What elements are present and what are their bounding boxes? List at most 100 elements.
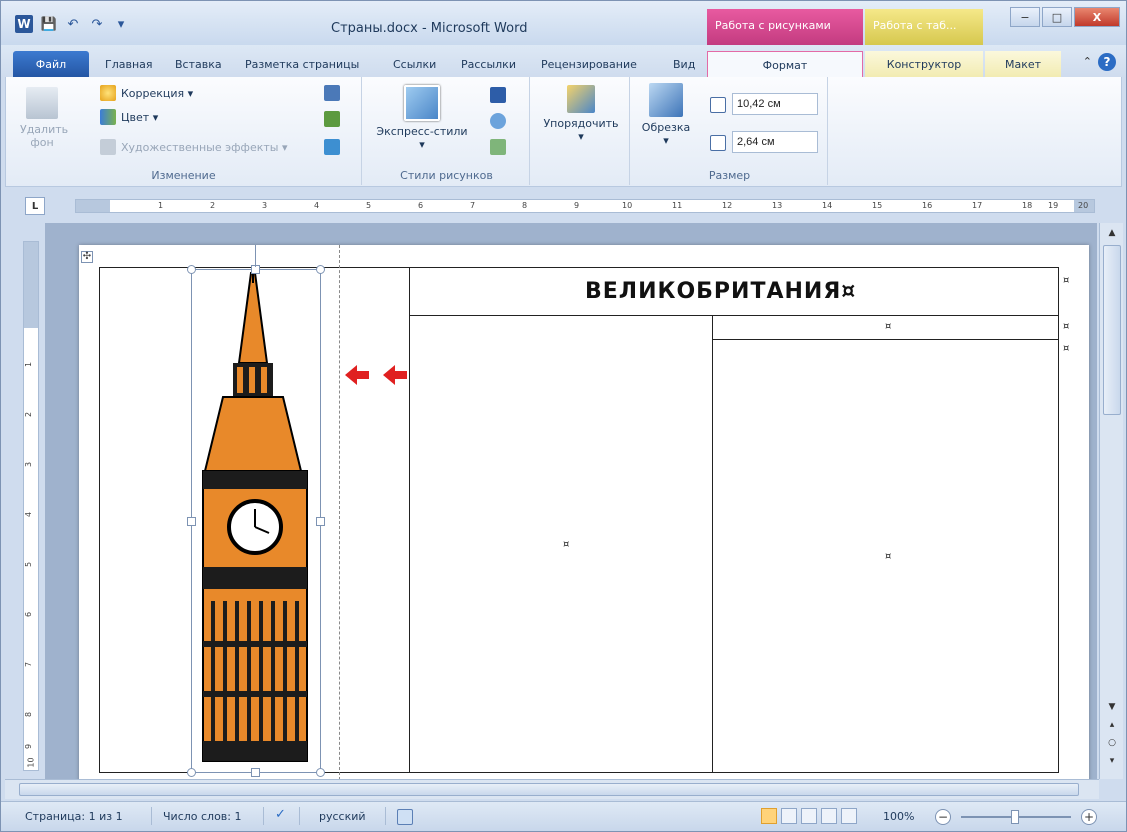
tab-format[interactable]: Формат bbox=[707, 51, 863, 77]
zoom-slider-knob[interactable] bbox=[1011, 810, 1019, 824]
macro-recording-icon[interactable] bbox=[397, 809, 413, 825]
tab-selector-button[interactable]: L bbox=[25, 197, 45, 215]
shape-height-input[interactable] bbox=[732, 93, 818, 115]
vruler-tick: 7 bbox=[24, 661, 34, 668]
picture-layout-icon[interactable] bbox=[490, 139, 506, 155]
resize-handle-ne[interactable] bbox=[316, 265, 325, 274]
word-count[interactable]: Число слов: 1 bbox=[163, 810, 242, 823]
country-heading[interactable]: ВЕЛИКОБРИТАНИЯ¤ bbox=[585, 279, 856, 304]
table-row-border bbox=[409, 315, 1059, 316]
compress-pictures-icon[interactable] bbox=[324, 85, 340, 101]
prev-page-icon[interactable]: ▴ bbox=[1103, 717, 1121, 733]
zoom-level[interactable]: 100% bbox=[883, 810, 914, 823]
crop-button[interactable]: Обрезка ▾ bbox=[636, 83, 696, 147]
context-picture-tools: Работа с рисунками bbox=[707, 9, 863, 45]
correction-button[interactable]: Коррекция ▾ bbox=[100, 85, 193, 101]
maximize-button[interactable]: □ bbox=[1042, 7, 1072, 27]
vruler-tick: 1 bbox=[24, 361, 34, 368]
horizontal-scroll-thumb[interactable] bbox=[19, 783, 1079, 796]
ruler-tick: 8 bbox=[522, 201, 528, 210]
outline-view-icon[interactable] bbox=[821, 808, 837, 824]
tab-insert[interactable]: Вставка bbox=[175, 51, 222, 77]
ruler-tick: 18 bbox=[1022, 201, 1033, 210]
web-layout-icon[interactable] bbox=[801, 808, 817, 824]
vruler-tick: 6 bbox=[24, 611, 34, 618]
customize-qat-icon[interactable]: ▾ bbox=[113, 16, 129, 32]
picture-border-icon[interactable] bbox=[490, 87, 506, 103]
undo-icon[interactable]: ↶ bbox=[65, 16, 81, 32]
document-page[interactable]: ✣ ВЕЛИКОБРИТАНИЯ¤ ¤ ¤ ¤ ¤ ¤ ¤ bbox=[79, 245, 1089, 785]
group-size-label: Размер bbox=[708, 169, 751, 182]
resize-handle-nw[interactable] bbox=[187, 265, 196, 274]
remove-background-button[interactable]: Удалить фон bbox=[20, 87, 68, 149]
row-end-mark: ¤ bbox=[1063, 275, 1070, 286]
proofing-icon[interactable]: ✓ bbox=[275, 807, 286, 822]
ruler-tick: 2 bbox=[210, 201, 216, 210]
ruler-tick: 12 bbox=[722, 201, 733, 210]
tab-home[interactable]: Главная bbox=[105, 51, 153, 77]
status-bar: Страница: 1 из 1 Число слов: 1 ✓ русский… bbox=[1, 801, 1126, 831]
change-picture-icon[interactable] bbox=[324, 111, 340, 127]
shape-width-input[interactable] bbox=[732, 131, 818, 153]
redo-icon[interactable]: ↷ bbox=[89, 16, 105, 32]
vruler-tick: 10 bbox=[26, 757, 36, 768]
horizontal-ruler[interactable]: 1 2 3 4 5 6 7 8 9 10 11 12 13 14 15 16 1… bbox=[75, 199, 1095, 213]
ruler-tick: 7 bbox=[470, 201, 476, 210]
print-layout-view-icon[interactable] bbox=[761, 808, 777, 824]
vruler-tick: 4 bbox=[24, 511, 34, 518]
collapse-ribbon-icon[interactable]: ⌃ bbox=[1083, 55, 1092, 68]
next-page-icon[interactable]: ▾ bbox=[1103, 753, 1121, 769]
browse-object-icon[interactable]: ○ bbox=[1103, 735, 1121, 751]
arrange-button[interactable]: Упорядочить ▾ bbox=[536, 85, 626, 143]
tab-page-layout[interactable]: Разметка страницы bbox=[245, 51, 359, 77]
page-indicator[interactable]: Страница: 1 из 1 bbox=[25, 810, 123, 823]
tab-file[interactable]: Файл bbox=[13, 51, 89, 77]
quick-styles-button[interactable]: Экспресс-стили ▾ bbox=[370, 85, 474, 151]
ruler-tick: 11 bbox=[672, 201, 683, 210]
tab-references[interactable]: Ссылки bbox=[393, 51, 436, 77]
vertical-ruler[interactable]: 1 2 3 4 5 6 7 8 9 10 bbox=[23, 241, 39, 771]
cell-end-mark: ¤ bbox=[563, 539, 570, 550]
zoom-in-button[interactable]: + bbox=[1081, 809, 1097, 825]
tab-view[interactable]: Вид bbox=[673, 51, 695, 77]
artistic-effects-button[interactable]: Художественные эффекты ▾ bbox=[100, 139, 287, 155]
vruler-tick: 8 bbox=[24, 711, 34, 718]
save-icon[interactable]: 💾 bbox=[41, 16, 57, 32]
vertical-scroll-thumb[interactable] bbox=[1103, 245, 1121, 415]
picture-effects-icon[interactable] bbox=[490, 113, 506, 129]
resize-handle-w[interactable] bbox=[187, 517, 196, 526]
close-button[interactable]: X bbox=[1074, 7, 1120, 27]
resize-handle-e[interactable] bbox=[316, 517, 325, 526]
tab-review[interactable]: Рецензирование bbox=[541, 51, 637, 77]
reset-picture-icon[interactable] bbox=[324, 139, 340, 155]
resize-handle-se[interactable] bbox=[316, 768, 325, 777]
status-separator bbox=[151, 807, 152, 825]
crop-icon bbox=[649, 83, 683, 117]
ribbon: Удалить фон Коррекция ▾ Цвет ▾ Художеств… bbox=[5, 77, 1122, 187]
scroll-up-icon[interactable]: ▲ bbox=[1103, 225, 1121, 241]
status-separator bbox=[385, 807, 386, 825]
help-icon[interactable]: ? bbox=[1098, 53, 1116, 71]
minimize-button[interactable]: − bbox=[1010, 7, 1040, 27]
draft-view-icon[interactable] bbox=[841, 808, 857, 824]
remove-background-icon bbox=[26, 87, 58, 119]
ruler-left-margin bbox=[76, 200, 110, 212]
full-screen-reading-icon[interactable] bbox=[781, 808, 797, 824]
ruler-tick: 4 bbox=[314, 201, 320, 210]
cell-end-mark: ¤ bbox=[885, 551, 892, 562]
tab-mailings[interactable]: Рассылки bbox=[461, 51, 516, 77]
word-app-icon[interactable]: W bbox=[15, 15, 33, 33]
table-move-handle-icon[interactable]: ✣ bbox=[81, 251, 93, 263]
color-button[interactable]: Цвет ▾ bbox=[100, 109, 158, 125]
resize-handle-s[interactable] bbox=[251, 768, 260, 777]
zoom-out-button[interactable]: − bbox=[935, 809, 951, 825]
resize-handle-sw[interactable] bbox=[187, 768, 196, 777]
ruler-tick: 5 bbox=[366, 201, 372, 210]
vertical-scrollbar[interactable]: ▲ ▼ ▴ ○ ▾ bbox=[1099, 223, 1123, 779]
horizontal-scrollbar[interactable] bbox=[5, 779, 1099, 799]
ruler-tick: 10 bbox=[622, 201, 633, 210]
tab-design[interactable]: Конструктор bbox=[865, 51, 983, 77]
language-indicator[interactable]: русский bbox=[319, 810, 366, 823]
scroll-down-icon[interactable]: ▼ bbox=[1103, 699, 1121, 715]
tab-layout-table[interactable]: Макет bbox=[985, 51, 1061, 77]
